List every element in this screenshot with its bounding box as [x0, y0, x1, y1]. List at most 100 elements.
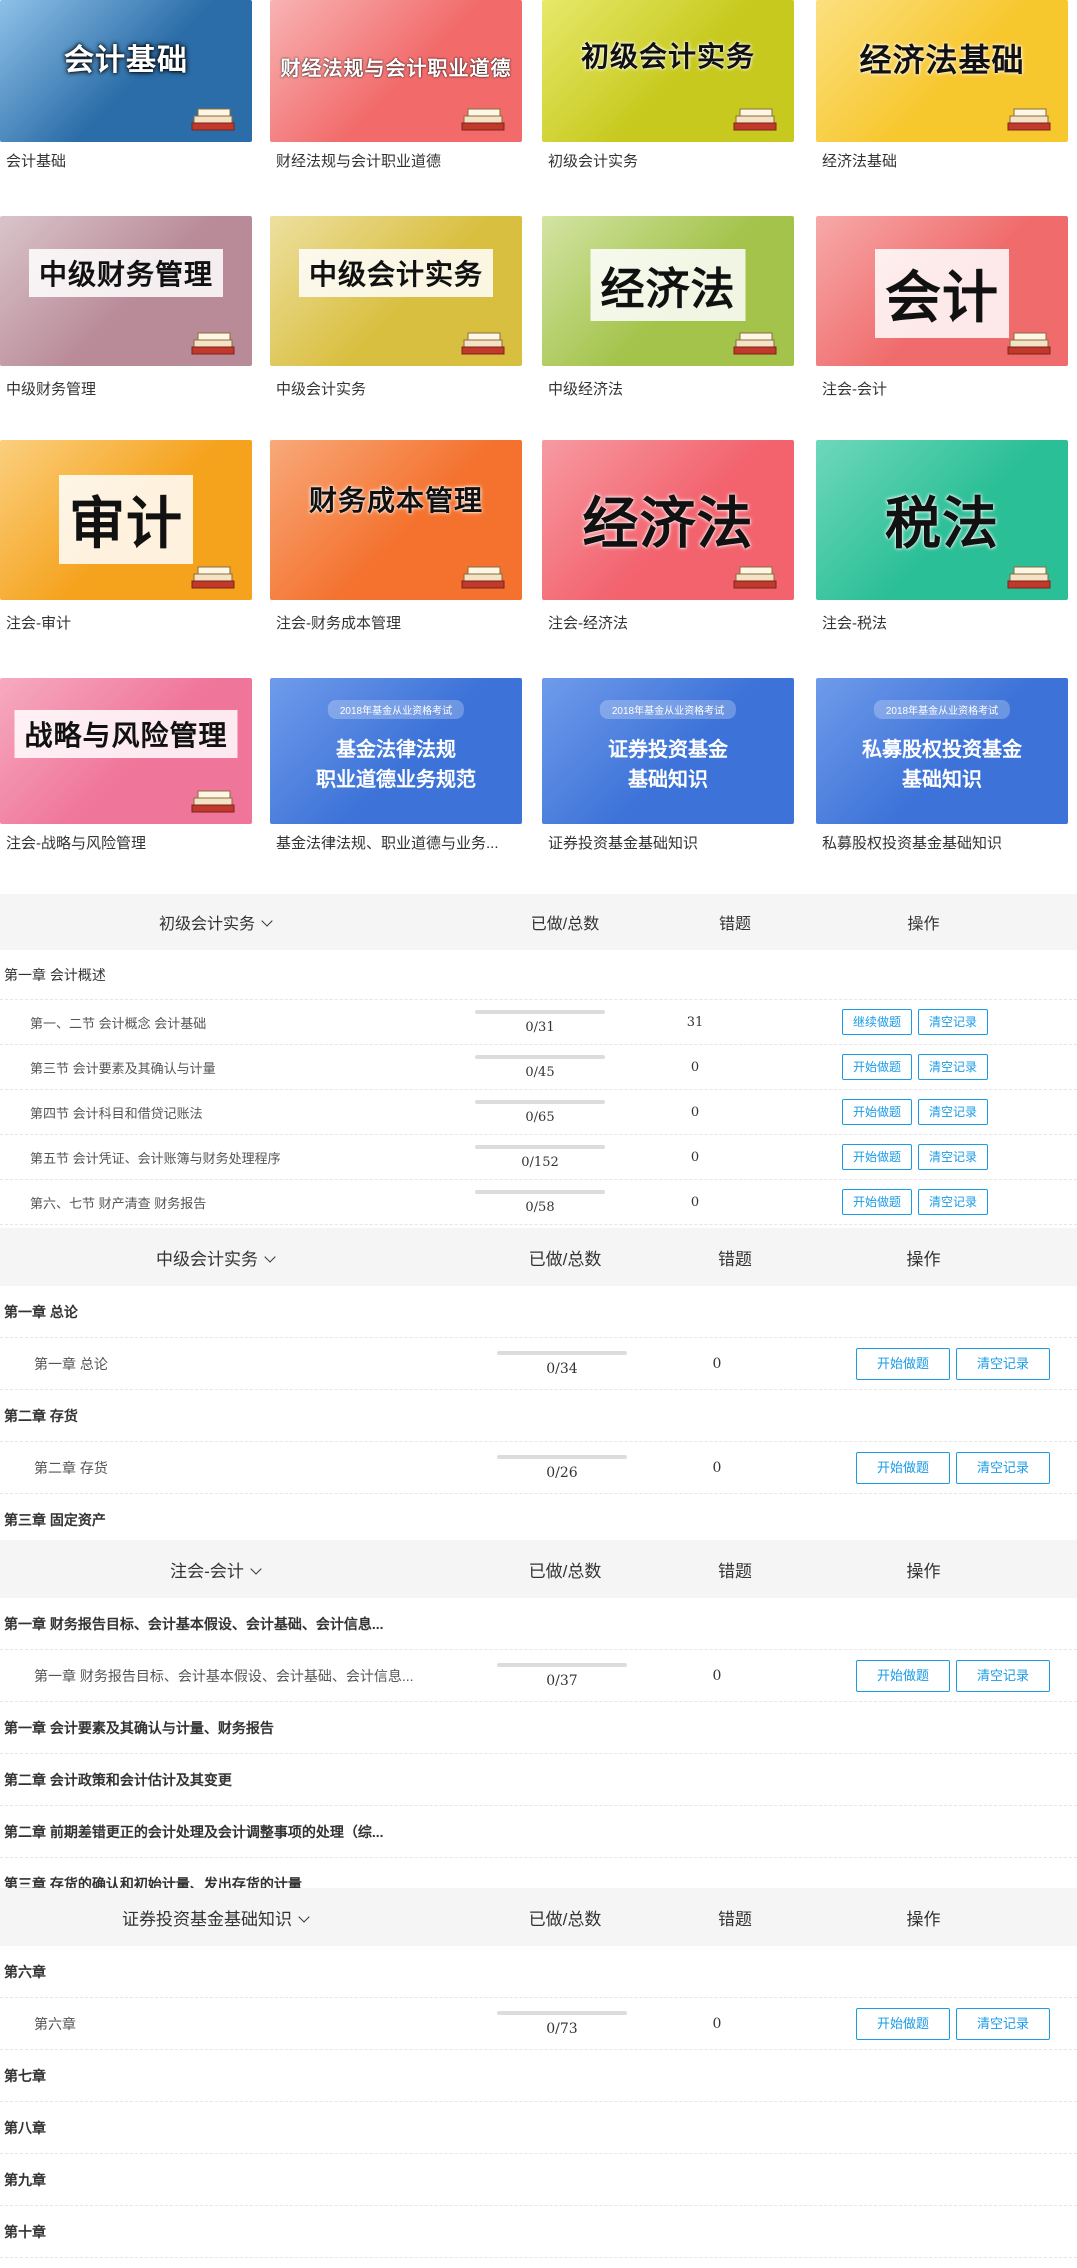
course-thumbnail[interactable]: 2018年基金从业资格考试 私募股权投资基金 基础知识 — [816, 678, 1068, 824]
section-header: 注会-会计 已做/总数 错题 操作 — [0, 1540, 1077, 1598]
course-thumbnail[interactable]: 税法 — [816, 440, 1068, 600]
course-name[interactable]: 会计基础 — [0, 150, 250, 171]
clear-record-button[interactable]: 清空记录 — [918, 1099, 989, 1125]
course-card[interactable]: 经济法注会-经济法 — [542, 440, 798, 633]
start-practice-button[interactable]: 开始做题 — [856, 1347, 951, 1380]
progress-count: 0/34 — [546, 1360, 578, 1377]
chapter-row[interactable]: 第一章 会计概述 — [0, 950, 1077, 1000]
progress-cell: 0/73 — [482, 2010, 642, 2037]
start-practice-button[interactable]: 开始做题 — [842, 1189, 913, 1215]
course-thumbnail[interactable]: 2018年基金从业资格考试 证券投资基金 基础知识 — [542, 678, 794, 824]
book-icon — [460, 94, 508, 132]
clear-record-button[interactable]: 清空记录 — [956, 1451, 1051, 1484]
course-selector[interactable]: 证券投资基金基础知识 — [0, 1905, 430, 1930]
chapter-row[interactable]: 第三章 固定资产 — [0, 1494, 1077, 1546]
chapter-row[interactable]: 第九章 — [0, 2154, 1077, 2206]
course-name[interactable]: 中级会计实务 — [270, 378, 520, 399]
course-name[interactable]: 财经法规与会计职业道德 — [270, 150, 520, 171]
start-practice-button[interactable]: 开始做题 — [856, 2007, 951, 2040]
start-practice-button[interactable]: 开始做题 — [842, 1099, 913, 1125]
course-thumbnail[interactable]: 经济法 — [542, 440, 794, 600]
course-tag: 2018年基金从业资格考试 — [873, 700, 1011, 719]
start-practice-button[interactable]: 开始做题 — [842, 1144, 913, 1170]
course-name[interactable]: 注会-税法 — [816, 612, 1066, 633]
clear-record-button[interactable]: 清空记录 — [918, 1054, 989, 1080]
start-practice-button[interactable]: 继续做题 — [842, 1009, 913, 1035]
chapter-row[interactable]: 第一章 会计要素及其确认与计量、财务报告 — [0, 1702, 1077, 1754]
course-card[interactable]: 财经法规与会计职业道德 财经法规与会计职业道德 — [270, 0, 526, 171]
start-practice-button[interactable]: 开始做题 — [856, 1451, 951, 1484]
course-card[interactable]: 会计基础 会计基础 — [0, 0, 256, 171]
clear-record-button[interactable]: 清空记录 — [918, 1144, 989, 1170]
course-thumbnail[interactable]: 经济法基础 — [816, 0, 1068, 142]
clear-record-button[interactable]: 清空记录 — [956, 1347, 1051, 1380]
course-card[interactable]: 会计注会-会计 — [816, 216, 1072, 399]
course-name[interactable]: 基金法律法规、职业道德与业务... — [270, 832, 520, 853]
course-name[interactable]: 注会-财务成本管理 — [270, 612, 520, 633]
course-thumbnail[interactable]: 会计基础 — [0, 0, 252, 142]
course-selector[interactable]: 中级会计实务 — [0, 1245, 430, 1270]
lesson-title: 第一章 财务报告目标、会计基本假设、会计基础、会计信息... — [34, 1667, 414, 1684]
chapter-row[interactable]: 第二章 会计政策和会计估计及其变更 — [0, 1754, 1077, 1806]
start-practice-button[interactable]: 开始做题 — [856, 1659, 951, 1692]
chapter-row[interactable]: 第一章 总论 — [0, 1286, 1077, 1338]
chapter-row[interactable]: 第二章 前期差错更正的会计处理及会计调整事项的处理（综... — [0, 1806, 1077, 1858]
course-thumbnail[interactable]: 2018年基金从业资格考试 基金法律法规 职业道德业务规范 — [270, 678, 522, 824]
book-icon — [1006, 94, 1054, 132]
course-name[interactable]: 证券投资基金基础知识 — [542, 832, 792, 853]
course-thumbnail[interactable]: 中级财务管理 — [0, 216, 252, 366]
operations: 开始做题 清空记录 — [770, 1054, 1077, 1080]
course-thumbnail[interactable]: 审计 — [0, 440, 252, 600]
clear-record-button[interactable]: 清空记录 — [956, 2007, 1051, 2040]
column-header-done: 已做/总数 — [530, 916, 600, 933]
course-name[interactable]: 注会-审计 — [0, 612, 250, 633]
course-card[interactable]: 审计注会-审计 — [0, 440, 256, 633]
course-thumbnail[interactable]: 经济法 — [542, 216, 794, 366]
progress-cell: 0/152 — [460, 1144, 620, 1170]
section-header: 证券投资基金基础知识 已做/总数 错题 操作 — [0, 1888, 1077, 1946]
chapter-row[interactable]: 第八章 — [0, 2102, 1077, 2154]
column-header-ops: 操作 — [907, 916, 940, 933]
start-practice-button[interactable]: 开始做题 — [842, 1054, 913, 1080]
course-card[interactable]: 税法注会-税法 — [816, 440, 1072, 633]
course-thumbnail[interactable]: 财务成本管理 — [270, 440, 522, 600]
course-selector[interactable]: 注会-会计 — [0, 1557, 430, 1582]
course-card[interactable]: 中级财务管理 中级财务管理 — [0, 216, 256, 399]
course-card[interactable]: 财务成本管理注会-财务成本管理 — [270, 440, 526, 633]
book-icon — [190, 318, 238, 356]
chapter-row[interactable]: 第二章 存货 — [0, 1390, 1077, 1442]
course-card[interactable]: 初级会计实务 初级会计实务 — [542, 0, 798, 171]
chapter-row[interactable]: 第六章 — [0, 1946, 1077, 1998]
course-name[interactable]: 中级财务管理 — [0, 378, 250, 399]
course-card[interactable]: 2018年基金从业资格考试 基金法律法规 职业道德业务规范基金法律法规、职业道德与… — [270, 678, 526, 853]
course-thumbnail[interactable]: 财经法规与会计职业道德 — [270, 0, 522, 142]
course-thumbnail[interactable]: 战略与风险管理 — [0, 678, 252, 824]
course-name[interactable]: 注会-战略与风险管理 — [0, 832, 250, 853]
chapter-row[interactable]: 第十章 — [0, 2206, 1077, 2258]
course-card[interactable]: 经济法 中级经济法 — [542, 216, 798, 399]
course-name[interactable]: 经济法基础 — [816, 150, 1066, 171]
course-card[interactable]: 中级会计实务 中级会计实务 — [270, 216, 526, 399]
progress-bar — [475, 1054, 605, 1059]
course-thumbnail[interactable]: 会计 — [816, 216, 1068, 366]
course-name[interactable]: 私募股权投资基金基础知识 — [816, 832, 1066, 853]
course-thumbnail[interactable]: 初级会计实务 — [542, 0, 794, 142]
chapter-row[interactable]: 第一章 财务报告目标、会计基本假设、会计基础、会计信息... — [0, 1598, 1077, 1650]
clear-record-button[interactable]: 清空记录 — [918, 1189, 989, 1215]
chapter-row[interactable]: 第七章 — [0, 2050, 1077, 2102]
course-card[interactable]: 2018年基金从业资格考试 私募股权投资基金 基础知识私募股权投资基金基础知识 — [816, 678, 1072, 853]
clear-record-button[interactable]: 清空记录 — [918, 1009, 989, 1035]
book-icon — [190, 94, 238, 132]
course-name[interactable]: 注会-经济法 — [542, 612, 792, 633]
clear-record-button[interactable]: 清空记录 — [956, 1659, 1051, 1692]
book-icon — [1006, 318, 1054, 356]
course-card[interactable]: 经济法基础 经济法基础 — [816, 0, 1072, 171]
course-selector[interactable]: 初级会计实务 — [0, 910, 430, 934]
course-thumbnail[interactable]: 中级会计实务 — [270, 216, 522, 366]
course-name[interactable]: 注会-会计 — [816, 378, 1066, 399]
course-name[interactable]: 中级经济法 — [542, 378, 792, 399]
course-card[interactable]: 战略与风险管理注会-战略与风险管理 — [0, 678, 256, 853]
course-name[interactable]: 初级会计实务 — [542, 150, 792, 171]
section-header: 初级会计实务 已做/总数 错题 操作 — [0, 894, 1077, 950]
course-card[interactable]: 2018年基金从业资格考试 证券投资基金 基础知识证券投资基金基础知识 — [542, 678, 798, 853]
